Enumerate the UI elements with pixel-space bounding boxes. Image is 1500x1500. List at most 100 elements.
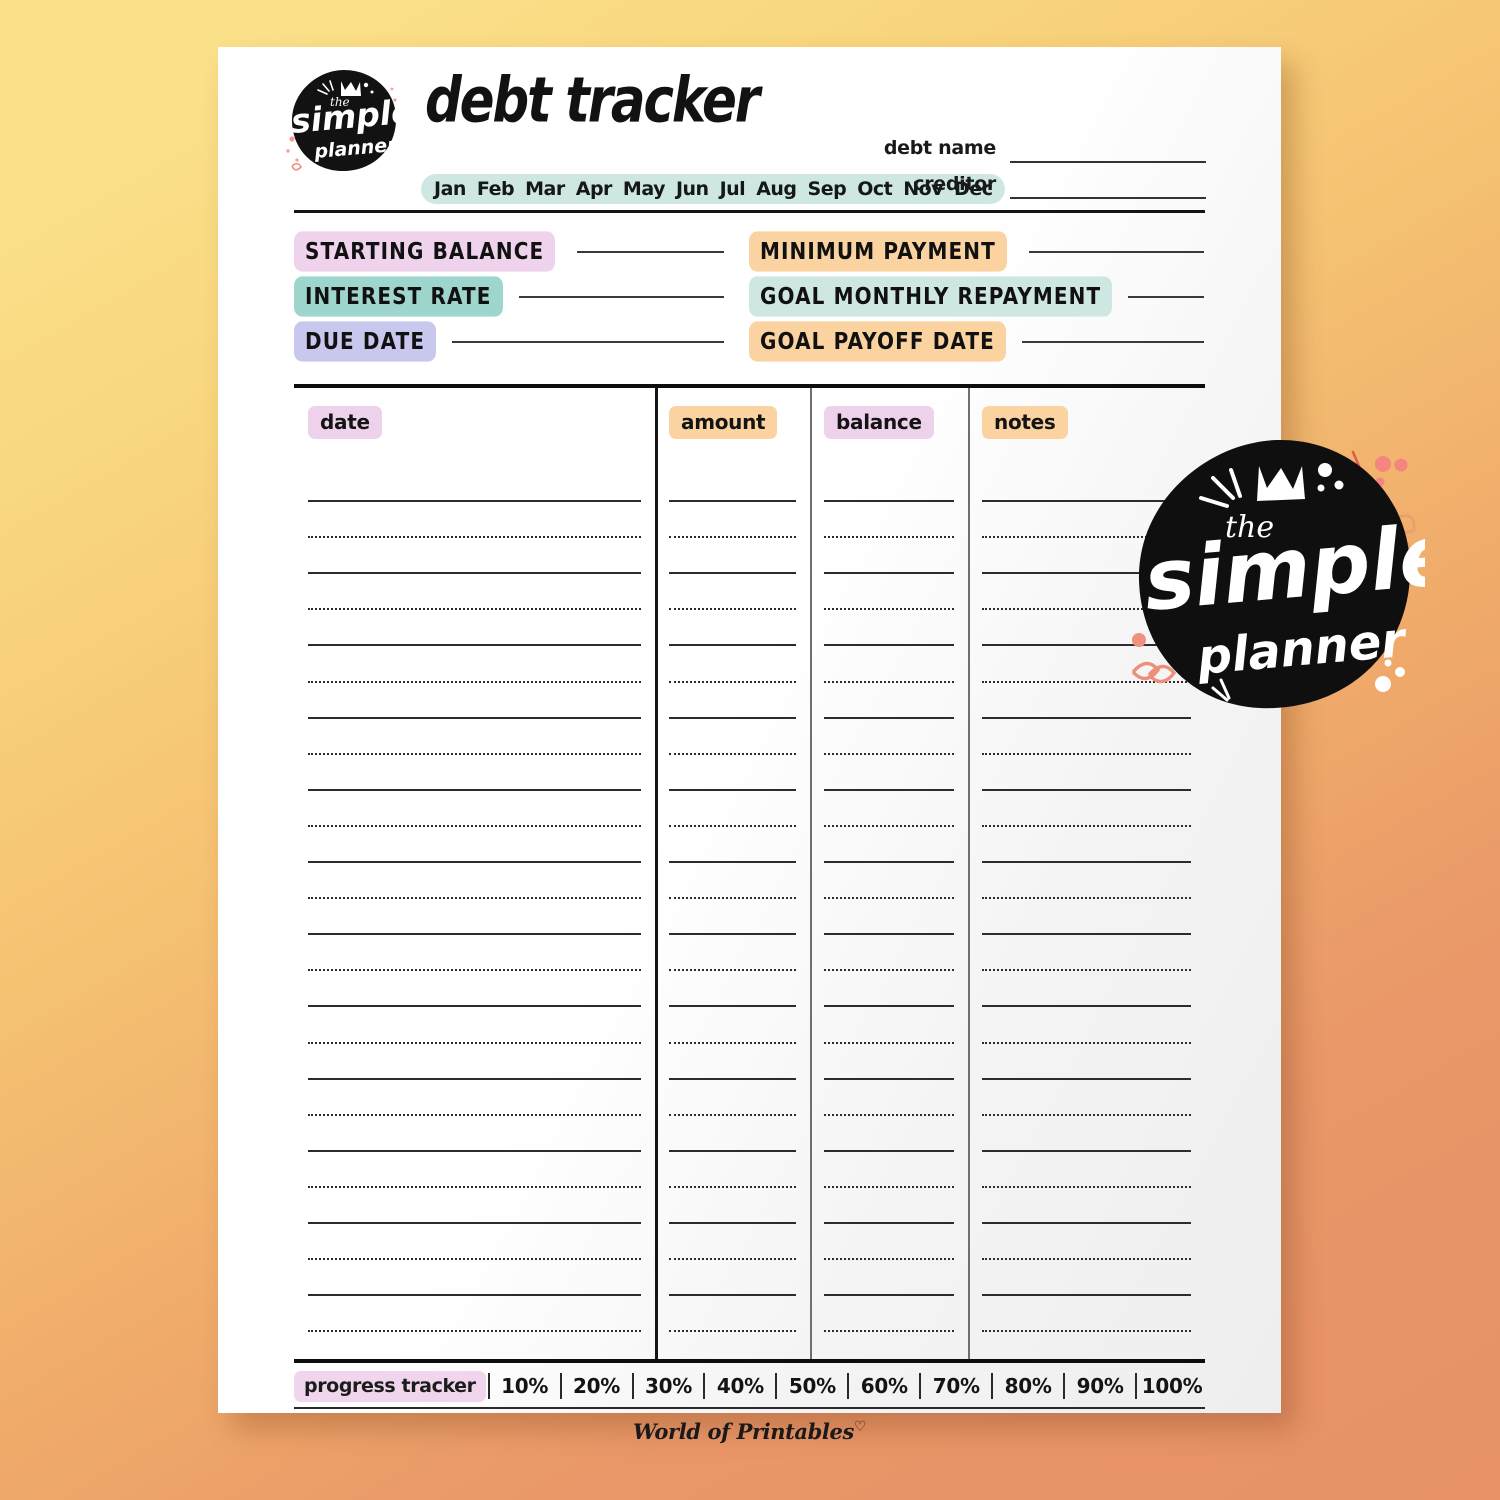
- month-jan[interactable]: Jan: [434, 179, 466, 199]
- month-mar[interactable]: Mar: [525, 179, 565, 199]
- progress-step-50[interactable]: 50%: [779, 1374, 845, 1398]
- table-row-line[interactable]: [308, 536, 641, 539]
- table-row-line[interactable]: [669, 1077, 796, 1080]
- table-row-line[interactable]: [669, 680, 796, 683]
- table-row-line[interactable]: [308, 1149, 641, 1152]
- table-row-line[interactable]: [669, 572, 796, 575]
- table-row-line[interactable]: [982, 1077, 1191, 1080]
- table-row-line[interactable]: [669, 824, 796, 827]
- table-row-line[interactable]: [824, 897, 954, 900]
- month-feb[interactable]: Feb: [477, 179, 515, 199]
- month-aug[interactable]: Aug: [756, 179, 797, 199]
- progress-step-90[interactable]: 90%: [1067, 1374, 1133, 1398]
- table-row-line[interactable]: [824, 536, 954, 539]
- table-row-line[interactable]: [824, 933, 954, 936]
- table-row-line[interactable]: [308, 716, 641, 719]
- goal-monthly-repayment-input[interactable]: [1128, 295, 1204, 298]
- table-row-line[interactable]: [308, 1258, 641, 1261]
- creditor-input[interactable]: [1010, 197, 1206, 199]
- table-row-line[interactable]: [308, 861, 641, 863]
- progress-step-100[interactable]: 100%: [1139, 1374, 1205, 1398]
- progress-step-10[interactable]: 10%: [492, 1374, 558, 1398]
- month-apr[interactable]: Apr: [576, 179, 613, 199]
- table-row-line[interactable]: [669, 500, 796, 502]
- table-row-line[interactable]: [824, 1077, 954, 1080]
- table-row-line[interactable]: [669, 1005, 796, 1008]
- month-sep[interactable]: Sep: [808, 179, 847, 199]
- table-row-line[interactable]: [308, 897, 641, 900]
- table-row-line[interactable]: [982, 933, 1191, 936]
- table-row-line[interactable]: [824, 1113, 954, 1116]
- table-row-line[interactable]: [824, 788, 954, 791]
- table-row-line[interactable]: [308, 1005, 641, 1008]
- table-row-line[interactable]: [669, 1330, 796, 1333]
- table-row-line[interactable]: [308, 1041, 641, 1044]
- table-row-line[interactable]: [308, 933, 641, 936]
- table-row-line[interactable]: [669, 1258, 796, 1261]
- table-row-line[interactable]: [669, 969, 796, 972]
- table-row-line[interactable]: [308, 500, 641, 502]
- table-row-line[interactable]: [308, 680, 641, 683]
- table-row-line[interactable]: [308, 572, 641, 575]
- table-row-line[interactable]: [982, 824, 1191, 827]
- due-date-input[interactable]: [452, 340, 724, 343]
- table-row-line[interactable]: [824, 680, 954, 683]
- table-row-line[interactable]: [669, 608, 796, 611]
- table-row-line[interactable]: [824, 824, 954, 827]
- table-row-line[interactable]: [982, 1041, 1191, 1044]
- table-row-line[interactable]: [982, 1185, 1191, 1188]
- table-row-line[interactable]: [669, 1222, 796, 1224]
- table-row-line[interactable]: [982, 1149, 1191, 1152]
- table-row-line[interactable]: [669, 752, 796, 755]
- progress-step-70[interactable]: 70%: [923, 1374, 989, 1398]
- month-may[interactable]: May: [623, 179, 666, 199]
- table-row-line[interactable]: [982, 752, 1191, 755]
- interest-rate-input[interactable]: [518, 295, 724, 298]
- table-row-line[interactable]: [308, 608, 641, 611]
- table-row-line[interactable]: [824, 644, 954, 647]
- table-row-line[interactable]: [669, 1149, 796, 1152]
- progress-step-80[interactable]: 80%: [995, 1374, 1061, 1398]
- table-row-line[interactable]: [669, 1185, 796, 1188]
- table-row-line[interactable]: [982, 1258, 1191, 1261]
- month-jun[interactable]: Jun: [676, 179, 709, 199]
- table-row-line[interactable]: [308, 1222, 641, 1224]
- table-row-line[interactable]: [308, 1330, 641, 1333]
- table-row-line[interactable]: [308, 1077, 641, 1080]
- table-row-line[interactable]: [982, 1005, 1191, 1008]
- starting-balance-input[interactable]: [577, 250, 724, 253]
- progress-step-60[interactable]: 60%: [851, 1374, 917, 1398]
- table-row-line[interactable]: [824, 1185, 954, 1188]
- table-row-line[interactable]: [669, 897, 796, 900]
- table-row-line[interactable]: [669, 933, 796, 936]
- table-row-line[interactable]: [669, 536, 796, 539]
- table-row-line[interactable]: [982, 1330, 1191, 1333]
- table-row-line[interactable]: [669, 1294, 796, 1297]
- table-row-line[interactable]: [982, 1113, 1191, 1116]
- table-row-line[interactable]: [824, 1294, 954, 1297]
- table-row-line[interactable]: [669, 1113, 796, 1116]
- table-row-line[interactable]: [982, 897, 1191, 900]
- table-row-line[interactable]: [308, 1294, 641, 1297]
- progress-step-20[interactable]: 20%: [564, 1374, 630, 1398]
- goal-payoff-date-input[interactable]: [1021, 340, 1204, 343]
- debt-name-input[interactable]: [1010, 161, 1206, 163]
- progress-step-30[interactable]: 30%: [636, 1374, 702, 1398]
- table-row-line[interactable]: [308, 788, 641, 791]
- table-row-line[interactable]: [308, 644, 641, 647]
- minimum-payment-input[interactable]: [1028, 250, 1204, 253]
- table-row-line[interactable]: [982, 1222, 1191, 1224]
- table-row-line[interactable]: [824, 1330, 954, 1333]
- table-row-line[interactable]: [824, 1258, 954, 1261]
- table-row-line[interactable]: [308, 824, 641, 827]
- table-row-line[interactable]: [308, 1113, 641, 1116]
- table-row-line[interactable]: [824, 500, 954, 502]
- table-row-line[interactable]: [669, 644, 796, 647]
- table-row-line[interactable]: [824, 861, 954, 863]
- table-row-line[interactable]: [824, 716, 954, 719]
- table-row-line[interactable]: [982, 861, 1191, 863]
- table-row-line[interactable]: [308, 1185, 641, 1188]
- table-row-line[interactable]: [982, 969, 1191, 972]
- table-row-line[interactable]: [669, 1041, 796, 1044]
- table-row-line[interactable]: [308, 752, 641, 755]
